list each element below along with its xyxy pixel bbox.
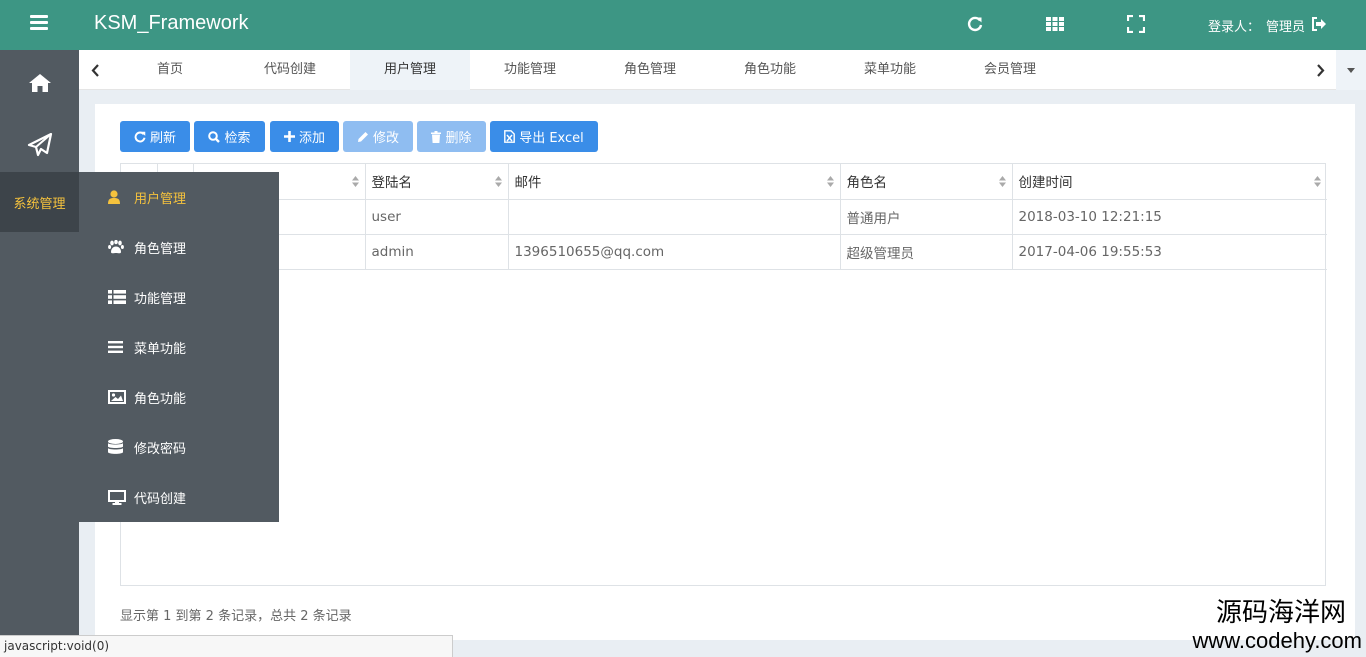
column-header-label: 登陆名 [371,175,413,192]
column-header-label: 角色名 [846,175,888,192]
list-icon [108,289,128,305]
fullscreen-icon[interactable] [1125,13,1147,35]
submenu-label: 代码创建 [134,491,187,507]
submenu-item-function-management[interactable]: 功能管理 [79,272,279,322]
excel-file-icon [504,130,516,143]
desktop-icon [108,489,128,505]
menu-toggle-icon[interactable] [30,15,48,35]
pagination-info: 显示第 1 到第 2 条记录，总共 2 条记录 [120,609,352,624]
refresh-icon[interactable] [964,13,986,35]
watermark-title: 源码海洋网 [1215,598,1346,628]
login-user: 管理员 [1266,20,1306,35]
submenu-item-code-creation[interactable]: 代码创建 [79,472,279,522]
submenu-item-role-function[interactable]: 角色功能 [79,372,279,422]
user-icon [108,189,128,205]
grid-icon[interactable] [1044,13,1066,35]
top-header: KSM_Framework 登录人： 管理员 [0,0,1366,50]
table-header-row: 登陆名 邮件 角色名 创建时间 [121,164,1327,200]
tab-role-function[interactable]: 角色功能 [710,50,830,90]
table-cell [508,199,841,235]
search-button[interactable]: 检索 [194,121,265,152]
export-label: 导出 Excel [519,131,584,146]
sort-icon [826,176,834,187]
delete-button[interactable]: 删除 [417,121,486,152]
tab-user-management[interactable]: 用户管理 [350,50,470,90]
column-header-email[interactable]: 邮件 [508,164,841,200]
watermark-url: www.codehy.com [1192,628,1362,653]
table-cell: 1396510655@qq.com [508,234,841,270]
tab-scroll-right-icon[interactable] [1305,50,1337,90]
tab-role-management[interactable]: 角色管理 [590,50,710,90]
tab-function-management[interactable]: 功能管理 [470,50,590,90]
submenu-item-menu-function[interactable]: 菜单功能 [79,322,279,372]
brand-title: KSM_Framework [94,12,249,34]
login-info[interactable]: 登录人： 管理员 [1208,16,1327,35]
submenu-label: 用户管理 [134,191,187,207]
column-header-label: 邮件 [514,175,542,192]
table-cell: 2018-03-10 12:21:15 [1012,199,1327,235]
table-cell: 2017-04-06 19:55:53 [1012,234,1327,270]
submenu-label: 角色管理 [134,241,187,257]
sort-icon [351,176,359,187]
sort-icon [494,176,502,187]
sidebar-item-system-management[interactable]: 系统管理 [0,172,79,232]
sort-icon [998,176,1006,187]
edit-label: 修改 [372,131,399,146]
database-icon [108,439,128,455]
refresh-icon [134,131,146,142]
add-button[interactable]: 添加 [270,121,339,152]
paw-icon [108,239,128,255]
edit-button[interactable]: 修改 [343,121,413,152]
submenu-label: 角色功能 [134,391,187,407]
tab-home[interactable]: 首页 [110,50,230,90]
login-label: 登录人： [1208,20,1261,35]
pencil-icon [357,131,368,142]
bars-icon [108,339,128,355]
delete-label: 删除 [445,131,472,146]
image-icon [108,389,128,405]
tab-code-creation[interactable]: 代码创建 [230,50,350,90]
user-table: 登陆名 邮件 角色名 创建时间 user 普通用户 2018-03-10 12:… [120,163,1327,586]
column-header-login-name[interactable]: 登陆名 [365,164,509,200]
table-cell: admin [365,234,509,270]
home-icon[interactable] [0,52,79,114]
submenu-item-user-management[interactable]: 用户管理 [79,172,279,222]
refresh-label: 刷新 [149,131,176,146]
tab-menu-function[interactable]: 菜单功能 [830,50,950,90]
sign-out-icon[interactable] [1311,16,1327,35]
content-panel: 刷新 检索 添加 修改 删除 导出 Excel 登陆名 邮件 角色名 创建时间 … [95,104,1355,640]
column-header-role-name[interactable]: 角色名 [840,164,1013,200]
refresh-button[interactable]: 刷新 [120,121,190,152]
sort-icon [1314,176,1321,187]
tab-member-management[interactable]: 会员管理 [950,50,1070,90]
trash-icon [431,130,442,143]
tab-options-caret-icon[interactable] [1336,50,1366,90]
table-cell: 普通用户 [840,199,1013,235]
system-submenu: 用户管理 角色管理 功能管理 菜单功能 角色功能 修改密码 代码创建 [79,172,279,522]
export-excel-button[interactable]: 导出 Excel [490,121,598,152]
table-cell: user [365,199,509,235]
tab-bar: 首页 代码创建 用户管理 功能管理 角色管理 角色功能 菜单功能 会员管理 [79,50,1366,90]
column-header-created-time[interactable]: 创建时间 [1012,164,1327,200]
tab-scroll-left-icon[interactable] [79,50,111,90]
table-cell: 超级管理员 [840,234,1013,270]
submenu-label: 功能管理 [134,291,187,307]
column-header-label: 创建时间 [1018,175,1073,192]
browser-status-bar: javascript:void(0) [0,635,453,657]
paper-plane-icon[interactable] [0,114,79,176]
table-row[interactable]: admin 1396510655@qq.com 超级管理员 2017-04-06… [121,234,1327,270]
table-row[interactable]: user 普通用户 2018-03-10 12:21:15 [121,199,1327,235]
add-label: 添加 [298,131,325,146]
submenu-item-change-password[interactable]: 修改密码 [79,422,279,472]
watermark: 源码海洋网 www.codehy.com [1160,598,1366,657]
search-label: 检索 [224,131,251,146]
submenu-item-role-management[interactable]: 角色管理 [79,222,279,272]
left-sidebar [0,50,79,657]
plus-icon [283,131,295,142]
submenu-label: 修改密码 [134,441,187,457]
search-icon [208,130,221,143]
submenu-label: 菜单功能 [134,341,187,357]
